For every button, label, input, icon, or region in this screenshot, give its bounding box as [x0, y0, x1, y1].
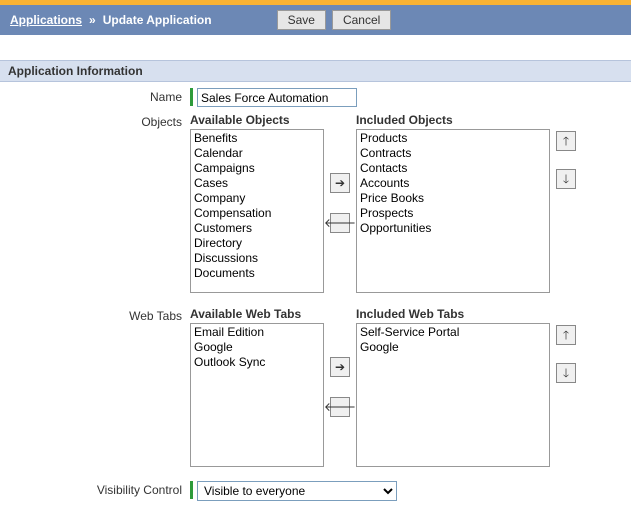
arrow-up-icon: 🡑: [563, 329, 569, 341]
arrow-down-icon: 🡓: [563, 173, 569, 185]
form-area: Name Objects Available Objects BenefitsC…: [0, 82, 631, 517]
arrow-right-icon: ➔: [335, 177, 345, 189]
label-name: Name: [10, 88, 190, 104]
add-object-button[interactable]: ➔: [330, 173, 350, 193]
required-indicator: [190, 481, 193, 499]
remove-webtab-button[interactable]: 🡐: [330, 397, 350, 417]
arrow-right-icon: ➔: [335, 361, 345, 373]
available-objects-title: Available Objects: [190, 113, 324, 127]
included-objects-title: Included Objects: [356, 113, 550, 127]
included-webtabs-list[interactable]: Self-Service PortalGoogle: [358, 325, 548, 465]
page-title: Update Application: [103, 13, 212, 27]
arrow-left-icon: 🡐: [324, 217, 356, 229]
available-objects-list[interactable]: BenefitsCalendarCampaignsCasesCompanyCom…: [192, 131, 322, 291]
cancel-button[interactable]: Cancel: [332, 10, 391, 30]
row-name: Name: [10, 88, 621, 107]
available-webtabs-title: Available Web Tabs: [190, 307, 324, 321]
row-objects: Objects Available Objects BenefitsCalend…: [10, 113, 621, 293]
section-header-app-info: Application Information: [0, 60, 631, 82]
move-object-down-button[interactable]: 🡓: [556, 169, 576, 189]
label-webtabs: Web Tabs: [10, 307, 190, 323]
arrow-up-icon: 🡑: [563, 135, 569, 147]
breadcrumb-separator: »: [89, 13, 96, 27]
visibility-select[interactable]: Visible to everyone: [197, 481, 397, 501]
remove-object-button[interactable]: 🡐: [330, 213, 350, 233]
row-webtabs: Web Tabs Available Web Tabs Email Editio…: [10, 307, 621, 467]
label-objects: Objects: [10, 113, 190, 129]
save-button[interactable]: Save: [277, 10, 326, 30]
move-webtab-up-button[interactable]: 🡑: [556, 325, 576, 345]
included-webtabs-title: Included Web Tabs: [356, 307, 550, 321]
breadcrumb-bar: Applications » Update Application Save C…: [0, 5, 631, 35]
breadcrumb-link-applications[interactable]: Applications: [10, 13, 82, 27]
included-objects-list[interactable]: ProductsContractsContactsAccountsPrice B…: [358, 131, 548, 291]
available-webtabs-list[interactable]: Email EditionGoogleOutlook Sync: [192, 325, 322, 465]
name-input[interactable]: [197, 88, 357, 107]
row-visibility: Visibility Control Visible to everyone: [10, 481, 621, 501]
add-webtab-button[interactable]: ➔: [330, 357, 350, 377]
label-visibility: Visibility Control: [10, 481, 190, 497]
move-webtab-down-button[interactable]: 🡓: [556, 363, 576, 383]
arrow-left-icon: 🡐: [324, 401, 356, 413]
arrow-down-icon: 🡓: [563, 367, 569, 379]
required-indicator: [190, 88, 193, 106]
spacer: [0, 35, 631, 60]
move-object-up-button[interactable]: 🡑: [556, 131, 576, 151]
